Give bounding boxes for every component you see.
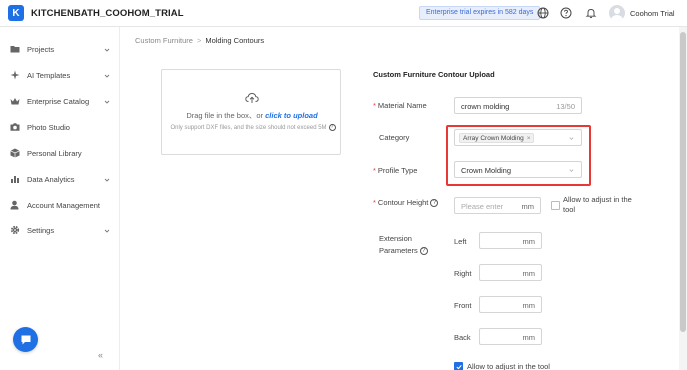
trial-expiry-badge[interactable]: Enterprise trial expires in 582 days xyxy=(419,6,541,20)
upload-hint: Only support DXF files, and the size sho… xyxy=(165,124,341,131)
sidebar-item-label: Settings xyxy=(27,225,55,235)
gear-icon xyxy=(10,225,20,235)
chat-icon xyxy=(21,335,30,344)
chevron-down-icon xyxy=(104,46,110,52)
material-name-value: crown molding xyxy=(461,102,510,111)
dxf-upload-dropzone[interactable]: Drag file in the box、or click to upload … xyxy=(161,69,341,155)
top-header: K KITCHENBATH_COOHOM_TRIAL Enterprise tr… xyxy=(0,0,687,27)
extension-back-label: Back xyxy=(454,333,471,342)
highlight-annotation xyxy=(446,125,591,186)
sidebar-item-account-management[interactable]: Account Management xyxy=(0,195,120,215)
extension-adjust-checkbox[interactable] xyxy=(454,362,463,370)
extension-adjust-label[interactable]: Allow to adjust in the tool xyxy=(467,362,550,370)
form-title: Custom Furniture Contour Upload xyxy=(373,70,495,79)
breadcrumb-parent[interactable]: Custom Furniture xyxy=(135,36,193,45)
chart-icon xyxy=(10,174,20,184)
chevron-down-icon xyxy=(104,72,110,78)
scrollbar-thumb[interactable] xyxy=(680,32,686,332)
click-to-upload-link[interactable]: click to upload xyxy=(265,111,318,120)
contour-height-label-text: Contour Height xyxy=(377,198,429,207)
sidebar-item-settings[interactable]: Settings xyxy=(0,220,120,240)
unit-label: mm xyxy=(522,301,536,310)
sidebar-item-label: Account Management xyxy=(27,200,100,210)
sidebar-item-personal-library[interactable]: Personal Library xyxy=(0,143,120,163)
bell-icon[interactable] xyxy=(584,6,598,20)
avatar[interactable] xyxy=(609,5,625,21)
unit-label: mm xyxy=(522,237,536,246)
contour-height-input[interactable]: Please enter mm xyxy=(454,197,541,214)
chevron-down-icon xyxy=(104,98,110,104)
required-marker: * xyxy=(373,198,376,207)
contour-height-adjust-label[interactable]: Allow to adjust in the tool xyxy=(563,195,643,215)
user-name[interactable]: Coohom Trial xyxy=(630,9,675,18)
checkmark-icon xyxy=(456,364,462,370)
sidebar-item-photo-studio[interactable]: Photo Studio xyxy=(0,117,120,137)
contour-height-adjust-checkbox[interactable] xyxy=(551,201,560,210)
workspace-title: KITCHENBATH_COOHOM_TRIAL xyxy=(31,8,184,19)
info-icon[interactable]: ? xyxy=(419,247,428,256)
ai-icon xyxy=(10,70,20,80)
extension-params-label-line1: Extension xyxy=(379,234,412,243)
sidebar-item-label: Personal Library xyxy=(27,148,82,158)
profile-type-label: * Profile Type xyxy=(373,166,417,175)
sidebar-item-label: Photo Studio xyxy=(27,122,70,132)
sidebar-item-label: Projects xyxy=(27,44,55,54)
cloud-upload-icon xyxy=(245,93,259,103)
material-name-label: * Material Name xyxy=(373,101,427,110)
user-icon xyxy=(10,200,20,210)
breadcrumb-current: Molding Contours xyxy=(205,36,265,45)
sidebar-item-projects[interactable]: Projects xyxy=(0,39,120,59)
category-label: Category xyxy=(379,133,410,142)
char-counter: 13/50 xyxy=(556,102,575,111)
sidebar-item-label: AI Templates xyxy=(27,70,71,80)
chat-support-button[interactable] xyxy=(13,327,38,352)
material-name-input[interactable]: crown molding 13/50 xyxy=(454,97,582,114)
extension-back-input[interactable]: mm xyxy=(479,328,542,345)
breadcrumb-separator: > xyxy=(196,36,202,45)
extension-left-input[interactable]: mm xyxy=(479,232,542,249)
breadcrumb: Custom Furniture > Molding Contours xyxy=(135,36,264,45)
extension-front-input[interactable]: mm xyxy=(479,296,542,313)
extension-right-input[interactable]: mm xyxy=(479,264,542,281)
sidebar-item-label: Enterprise Catalog xyxy=(27,96,90,106)
extension-front-label: Front xyxy=(454,301,472,310)
app-logo[interactable]: K xyxy=(8,5,24,21)
unit-label: mm xyxy=(521,202,535,211)
sidebar-item-label: Data Analytics xyxy=(27,174,75,184)
camera-icon xyxy=(10,122,20,132)
extension-left-label: Left xyxy=(454,237,467,246)
cube-icon xyxy=(10,148,20,158)
help-icon[interactable] xyxy=(559,6,573,20)
extension-right-label: Right xyxy=(454,269,472,278)
contour-height-label: * Contour Height? xyxy=(373,198,439,208)
folder-icon xyxy=(10,44,20,54)
upload-hint-text: Only support DXF files, and the size sho… xyxy=(170,125,327,132)
crown-icon xyxy=(10,96,20,106)
required-marker: * xyxy=(373,101,376,110)
required-marker: * xyxy=(373,166,376,175)
sidebar-item-enterprise-catalog[interactable]: Enterprise Catalog xyxy=(0,91,120,111)
chevron-down-icon xyxy=(104,227,110,233)
upload-instruction: Drag file in the box、or click to upload xyxy=(162,110,342,121)
material-name-label-text: Material Name xyxy=(377,101,427,110)
collapse-sidebar-button[interactable]: « xyxy=(98,350,103,360)
info-icon[interactable]: ? xyxy=(430,199,439,208)
sidebar: Projects AI Templates Enterprise Catalog… xyxy=(0,27,120,370)
contour-height-placeholder: Please enter xyxy=(461,202,504,211)
upload-instruction-text: Drag file in the box、or xyxy=(186,111,266,120)
chevron-down-icon xyxy=(104,176,110,182)
unit-label: mm xyxy=(522,333,536,342)
unit-label: mm xyxy=(522,269,536,278)
globe-icon[interactable] xyxy=(536,6,550,20)
extension-params-label-line2: Parameters? xyxy=(379,246,428,256)
sidebar-item-ai-templates[interactable]: AI Templates xyxy=(0,65,120,85)
profile-type-label-text: Profile Type xyxy=(377,166,418,175)
sidebar-item-data-analytics[interactable]: Data Analytics xyxy=(0,169,120,189)
info-icon[interactable]: ? xyxy=(328,124,336,131)
page-scrollbar[interactable] xyxy=(679,27,687,370)
extension-params-label-line2-text: Parameters xyxy=(379,246,418,255)
